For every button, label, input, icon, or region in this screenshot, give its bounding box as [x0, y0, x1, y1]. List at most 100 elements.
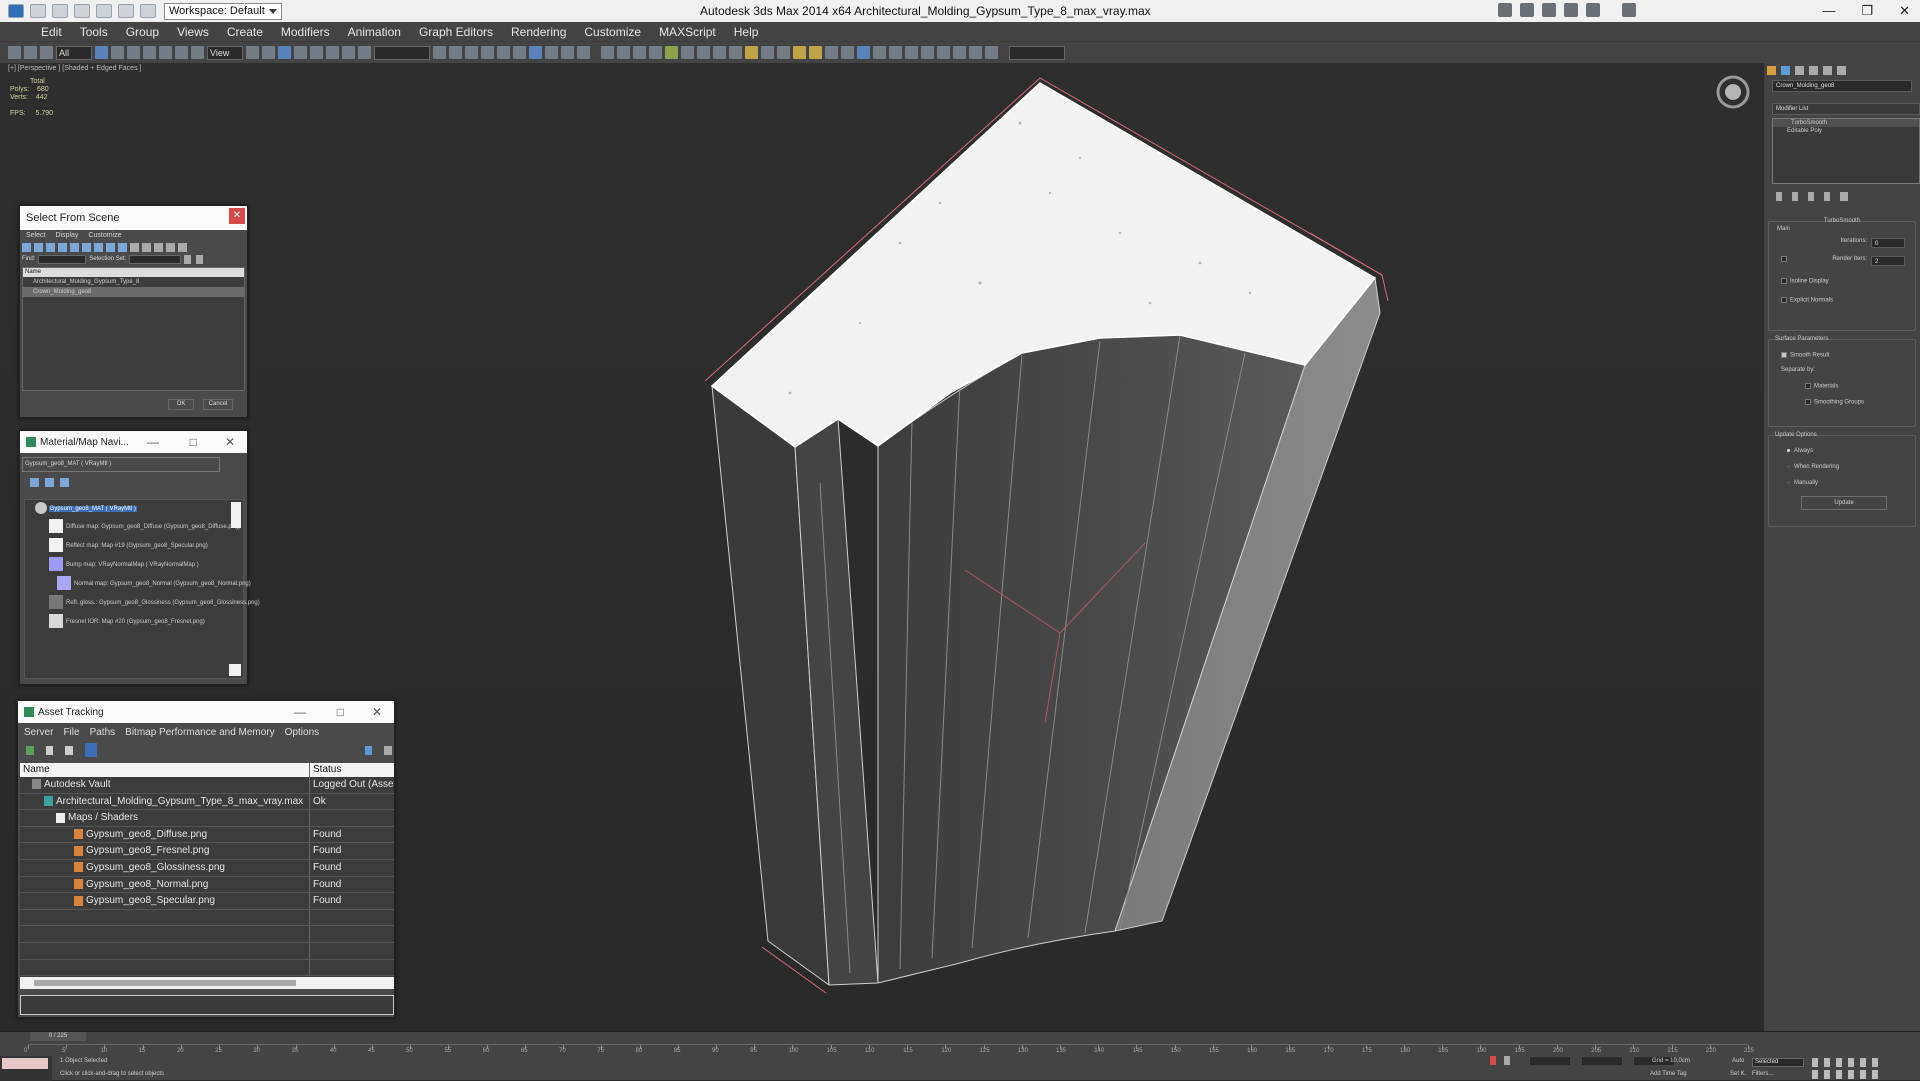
view-list-icon[interactable] — [30, 478, 39, 487]
schematic-view-icon[interactable] — [513, 46, 526, 59]
next-frame-icon[interactable] — [1848, 1058, 1854, 1067]
asset-menu-paths[interactable]: Paths — [90, 727, 116, 738]
always-radio[interactable] — [1787, 449, 1790, 452]
table-row[interactable]: Architectural_Molding_Gypsum_Type_8_max_… — [20, 793, 394, 811]
menu-maxscript[interactable]: MAXScript — [650, 25, 725, 39]
toolbar-extra-dropdown[interactable] — [1009, 45, 1065, 60]
workspace-dropdown[interactable]: Workspace: Default — [164, 2, 282, 20]
open-file-icon[interactable] — [52, 4, 68, 18]
rectangular-selection-icon[interactable] — [127, 46, 140, 59]
iterations-spinner[interactable]: 0 — [1871, 238, 1905, 248]
list-view-icon[interactable] — [65, 745, 73, 755]
exchange-icon[interactable] — [1564, 3, 1578, 17]
pin-stack-icon[interactable] — [1776, 192, 1782, 201]
cancel-button[interactable]: Cancel — [203, 399, 233, 410]
object-name-field[interactable]: Crown_Molding_geo8 — [1772, 80, 1912, 92]
select-object-icon[interactable] — [95, 46, 108, 59]
pan-icon[interactable] — [1860, 1070, 1866, 1079]
isoline-row[interactable]: Isoline Display — [1769, 266, 1915, 285]
menu-rendering[interactable]: Rendering — [502, 25, 575, 39]
search-icon[interactable] — [1498, 3, 1512, 17]
display-spacewarps-icon[interactable] — [82, 242, 91, 252]
display-none-icon[interactable] — [142, 242, 151, 252]
asset-horizontal-scrollbar[interactable] — [20, 977, 394, 989]
graphite-ribbon-icon[interactable] — [481, 46, 494, 59]
asset-menu-server[interactable]: Server — [24, 727, 53, 738]
table-row[interactable]: Gypsum_geo8_Diffuse.png Found — [20, 826, 394, 844]
asset-path-field[interactable] — [20, 995, 394, 1015]
project-folder-icon[interactable] — [140, 4, 156, 18]
previous-frame-icon[interactable] — [1824, 1058, 1830, 1067]
column-name[interactable]: Name — [20, 763, 310, 777]
vray-toolbar-16-icon[interactable] — [921, 46, 934, 59]
when-rendering-radio[interactable] — [1787, 465, 1790, 468]
minimize-icon[interactable]: — — [294, 705, 306, 719]
zoom-icon[interactable] — [1812, 1070, 1818, 1079]
vray-toolbar-19-icon[interactable] — [969, 46, 982, 59]
auto-key-button[interactable]: Auto — [1732, 1058, 1744, 1064]
display-lights-icon[interactable] — [46, 242, 55, 252]
smoothing-groups-row[interactable]: Smoothing Groups — [1769, 389, 1915, 406]
save-file-icon[interactable] — [74, 4, 90, 18]
close-icon[interactable]: ✕ — [229, 208, 245, 224]
sfs-menu-select[interactable]: Select — [26, 230, 45, 241]
ok-button[interactable]: OK — [168, 399, 194, 410]
rotate-icon[interactable] — [175, 46, 188, 59]
new-file-icon[interactable] — [30, 4, 46, 18]
link-icon[interactable] — [8, 46, 21, 59]
bind-space-warp-icon[interactable] — [40, 46, 53, 59]
key-mode-icon[interactable] — [1872, 1058, 1878, 1067]
material-tree-fresnel[interactable]: Fresnel IOR: Map #20 (Gypsum_geo8_Fresne… — [25, 613, 243, 632]
field-of-view-icon[interactable] — [1848, 1070, 1854, 1079]
menu-modifiers[interactable]: Modifiers — [272, 25, 339, 39]
binoculars-icon[interactable] — [1520, 3, 1534, 17]
sfs-item-architectural-molding[interactable]: Architectural_Molding_Gypsum_Type_8 — [23, 277, 244, 287]
go-to-end-icon[interactable] — [1860, 1058, 1866, 1067]
track-bar[interactable]: 0 5 10 15 20 25 30 35 40 45 50 55 60 65 70 75 80 85 90 95 10… — [24, 1044, 1754, 1054]
keyboard-shortcut-override-icon[interactable] — [278, 46, 291, 59]
display-cameras-icon[interactable] — [58, 242, 67, 252]
material-tree-scrollbar[interactable] — [231, 502, 241, 528]
table-row[interactable]: Gypsum_geo8_Glossiness.png Found — [20, 859, 394, 877]
restore-icon[interactable]: □ — [190, 435, 197, 449]
material-editor-icon[interactable] — [529, 46, 542, 59]
menu-views[interactable]: Views — [168, 25, 218, 39]
display-groups-icon[interactable] — [94, 242, 103, 252]
menu-edit[interactable]: Edit — [32, 25, 71, 39]
smooth-result-row[interactable]: Smooth Result — [1769, 342, 1915, 359]
display-all-icon[interactable] — [130, 242, 139, 252]
sync-selection-icon[interactable] — [166, 242, 175, 252]
unlink-icon[interactable] — [24, 46, 37, 59]
display-geometry-icon[interactable] — [22, 242, 31, 252]
vray-sky-icon[interactable] — [809, 46, 822, 59]
view-icons-icon[interactable] — [45, 478, 54, 487]
update-button[interactable]: Update — [1801, 496, 1887, 510]
undo-icon[interactable] — [96, 4, 112, 18]
table-row[interactable]: Gypsum_geo8_Fresnel.png Found — [20, 843, 394, 860]
time-slider[interactable]: 0 / 225 — [30, 1032, 86, 1041]
restore-icon[interactable]: □ — [337, 705, 344, 719]
render-iters-checkbox[interactable] — [1781, 256, 1787, 262]
asset-menu-options[interactable]: Options — [285, 727, 319, 738]
vray-toolbar-6-icon[interactable] — [697, 46, 710, 59]
settings-icon[interactable] — [384, 745, 392, 755]
vray-light-icon[interactable] — [665, 46, 678, 59]
menu-group[interactable]: Group — [117, 25, 168, 39]
sfs-item-crown-molding[interactable]: Crown_Molding_geo8 — [23, 287, 244, 297]
create-tab-icon[interactable] — [1767, 66, 1776, 75]
named-selection-dropdown[interactable] — [374, 45, 430, 60]
material-tree-reflect[interactable]: Reflect map: Map #19 (Gypsum_geo8_Specul… — [25, 537, 243, 556]
close-icon[interactable]: ✕ — [1899, 3, 1910, 19]
vray-sun-icon[interactable] — [793, 46, 806, 59]
smooth-result-checkbox[interactable] — [1781, 352, 1787, 358]
motion-tab-icon[interactable] — [1809, 66, 1818, 75]
selection-filter-dropdown[interactable]: All — [56, 45, 92, 60]
spinner-snap-icon[interactable] — [342, 46, 355, 59]
restore-icon[interactable]: ❐ — [1861, 3, 1873, 19]
layer-manager-icon[interactable] — [465, 46, 478, 59]
maxscript-mini-listener[interactable] — [2, 1058, 48, 1069]
material-tree-normal[interactable]: Normal map: Gypsum_geo8_Normal (Gypsum_g… — [25, 575, 251, 594]
redo-icon[interactable] — [118, 4, 134, 18]
sfs-menu-customize[interactable]: Customize — [88, 230, 121, 241]
vray-toolbar-8-icon[interactable] — [729, 46, 742, 59]
